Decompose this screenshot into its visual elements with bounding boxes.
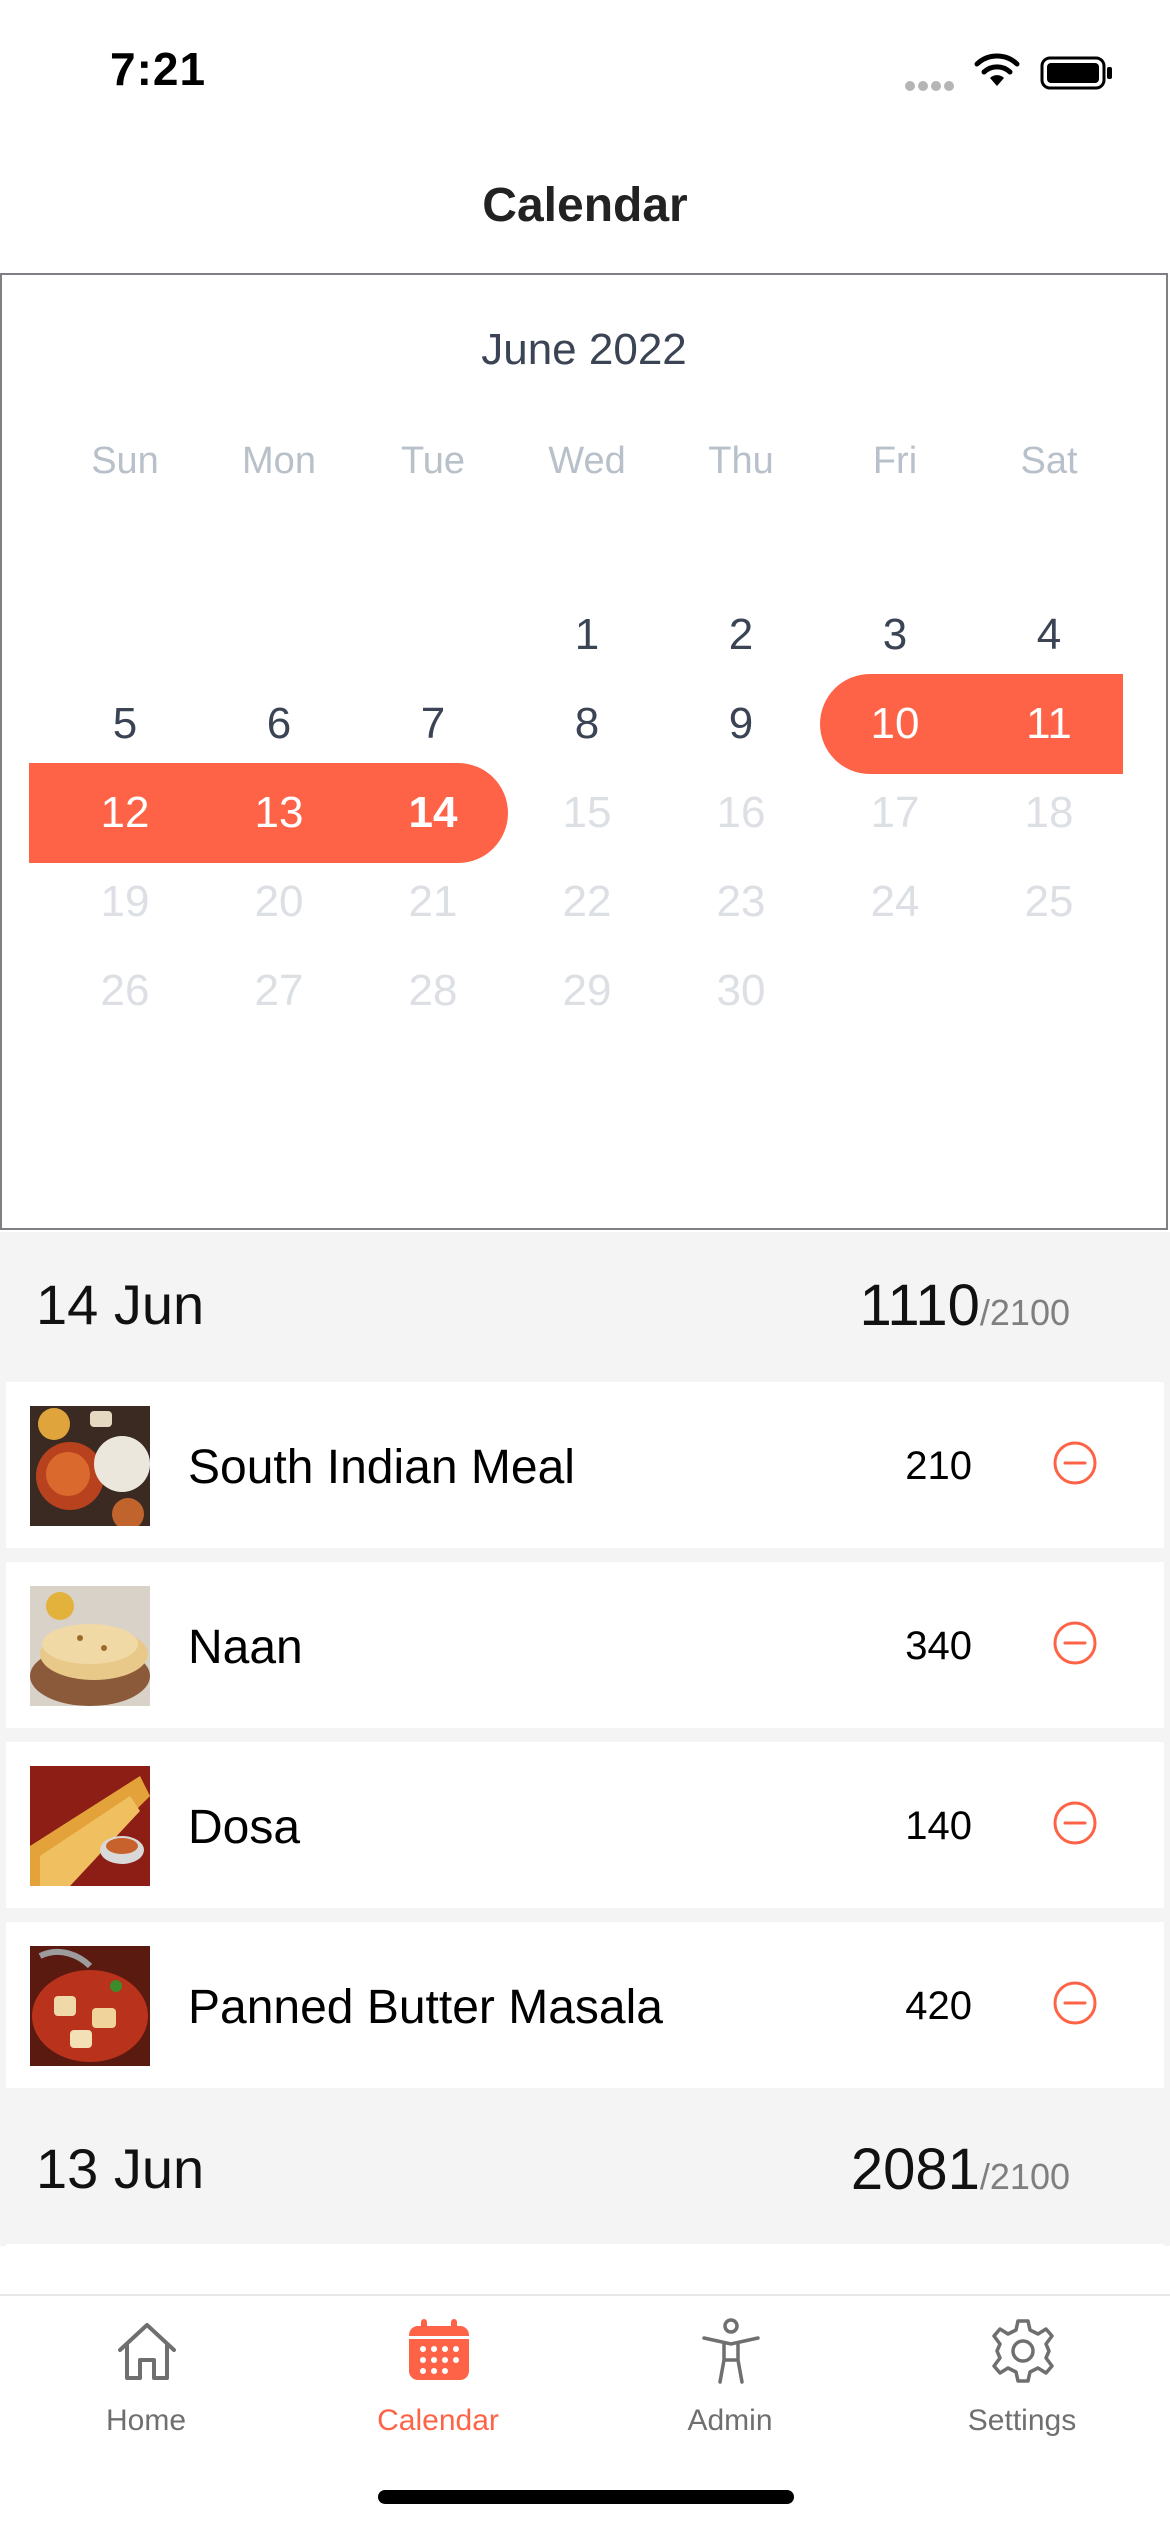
calendar-day[interactable]: 7 — [356, 674, 510, 774]
calendar-day: 22 — [562, 877, 612, 926]
calendar-day[interactable]: 11 — [972, 674, 1126, 774]
calendar-day: 26 — [100, 966, 150, 1015]
minus-circle-icon[interactable] — [1052, 1620, 1098, 1666]
home-indicator — [378, 2490, 794, 2504]
tab-admin[interactable]: Admin — [584, 2296, 876, 2446]
day-section-header: 14 Jun 1110/2100 — [0, 1232, 1170, 1382]
calendar-day: 17 — [870, 788, 920, 837]
section-date: 14 Jun — [36, 1273, 205, 1336]
tab-label: Admin — [687, 2404, 773, 2437]
food-name: Naan — [188, 1621, 303, 1674]
home-icon — [118, 2323, 176, 2380]
food-calories: 140 — [905, 1804, 972, 1848]
calorie-total-value: 1110 — [859, 1273, 980, 1338]
wifi-icon — [974, 53, 1020, 86]
calendar-day[interactable]: 9 — [664, 674, 818, 774]
food-thumbnail — [30, 1946, 150, 2066]
food-name: South Indian Meal — [188, 1441, 575, 1494]
navigation-bar: Calendar — [0, 140, 1170, 272]
calendar-day: 20 — [254, 877, 304, 926]
calendar-icon — [409, 2319, 469, 2380]
meal-row[interactable]: Panned Butter Masala 420 — [6, 1922, 1164, 2088]
tab-label: Calendar — [377, 2404, 499, 2437]
section-calorie-total: 2081/2100 — [851, 2136, 1070, 2203]
weekday-label: Fri — [872, 440, 918, 482]
minus-circle-icon[interactable] — [1052, 1980, 1098, 2026]
calendar-day[interactable]: 3 — [818, 585, 972, 685]
calendar-day[interactable]: 1 — [510, 585, 664, 685]
weekday-label: Thu — [708, 440, 774, 482]
calendar-month-title: June 2022 — [481, 325, 687, 374]
meal-row[interactable]: South Indian Meal 210 — [6, 1382, 1164, 1548]
minus-circle-icon[interactable] — [1052, 1800, 1098, 1846]
food-thumbnail — [30, 1586, 150, 1706]
minus-circle-icon[interactable] — [1052, 1440, 1098, 1486]
day-section-header: 13 Jun 2081/2100 — [0, 2096, 1170, 2246]
calendar-day[interactable]: 10 — [818, 674, 972, 774]
tab-home[interactable]: Home — [0, 2296, 292, 2446]
tab-calendar[interactable]: Calendar — [292, 2296, 584, 2446]
calendar-day: 25 — [1024, 877, 1074, 926]
calendar-day[interactable]: 6 — [202, 674, 356, 774]
meal-row[interactable]: Dosa 140 — [6, 1742, 1164, 1908]
page-title: Calendar — [482, 179, 688, 232]
calendar-day[interactable]: 5 — [48, 674, 202, 774]
status-bar: 7:21 — [0, 0, 1170, 140]
calendar-day: 15 — [562, 788, 612, 837]
calendar-day[interactable]: 12 — [48, 763, 202, 863]
calendar-day: 29 — [562, 966, 612, 1015]
calendar-day: 21 — [408, 877, 458, 926]
calendar-day[interactable]: 14 — [356, 763, 510, 863]
person-icon — [702, 2318, 760, 2384]
weekday-label: Sat — [1020, 440, 1078, 482]
food-thumbnail — [30, 1406, 150, 1526]
calendar-day: 23 — [716, 877, 766, 926]
calendar-day[interactable]: 2 — [664, 585, 818, 685]
tab-settings[interactable]: Settings — [876, 2296, 1168, 2446]
food-thumbnail — [30, 1766, 150, 1886]
meal-row[interactable]: Naan 340 — [6, 1562, 1164, 1728]
battery-icon — [1040, 56, 1112, 90]
calorie-goal: /2100 — [979, 2156, 1070, 2197]
weekday-label: Sun — [91, 440, 159, 482]
calendar-day: 16 — [716, 788, 766, 837]
calendar-day[interactable]: 4 — [972, 585, 1126, 685]
calorie-total-value: 2081 — [850, 2137, 980, 2202]
calendar-day: 24 — [870, 877, 920, 926]
section-calorie-total: 1110/2100 — [859, 1272, 1070, 1339]
calendar-day: 30 — [716, 966, 766, 1015]
calendar-day[interactable]: 8 — [510, 674, 664, 774]
calorie-goal: /2100 — [979, 1292, 1070, 1333]
calendar-day: 28 — [408, 966, 458, 1015]
weekday-label: Mon — [242, 440, 316, 482]
status-time: 7:21 — [110, 43, 207, 95]
food-calories: 340 — [905, 1624, 972, 1668]
food-name: Panned Butter Masala — [188, 1981, 663, 2034]
tab-label: Settings — [967, 2404, 1077, 2437]
calendar-day: 18 — [1024, 788, 1074, 837]
section-date: 13 Jun — [36, 2137, 205, 2200]
cellular-signal-icon — [905, 78, 961, 91]
weekday-label: Wed — [548, 440, 626, 482]
food-name: Dosa — [188, 1801, 301, 1854]
gear-icon — [992, 2319, 1054, 2383]
calendar-picker: June 2022 Sun Mon Tue Wed Thu Fri Sat 1 2 3 4 5 6 7 8 9… — [0, 273, 1168, 1230]
tab-label: Home — [105, 2404, 187, 2437]
food-calories: 210 — [905, 1444, 972, 1488]
food-calories: 420 — [905, 1984, 972, 2028]
calendar-day: 27 — [254, 966, 304, 1015]
calendar-day: 19 — [100, 877, 150, 926]
weekday-label: Tue — [400, 440, 466, 482]
calendar-day[interactable]: 13 — [202, 763, 356, 863]
